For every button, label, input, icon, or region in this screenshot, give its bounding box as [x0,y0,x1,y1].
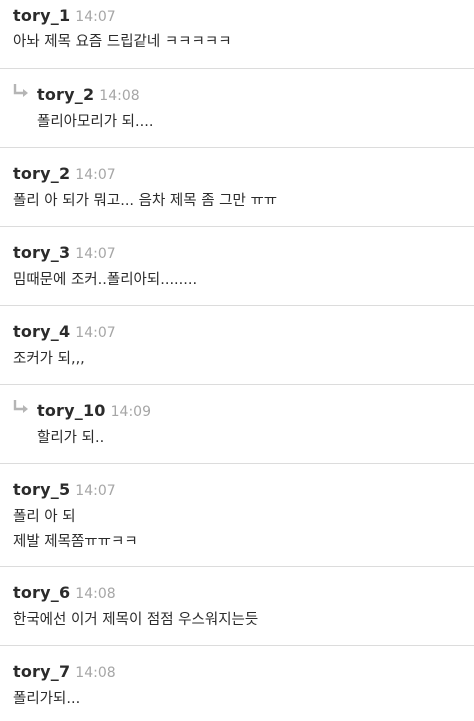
comment-item: tory_3 14:07 밈때문에 조커..폴리아되........ [0,227,474,306]
comment-nickname[interactable]: tory_2 [13,164,70,183]
comment-text: 폴리아모리가 되.... [37,114,154,130]
comment-item: tory_7 14:08 폴리가되... [0,646,474,721]
comment-time: 14:07 [75,483,116,499]
comment-header: tory_7 14:08 [13,646,474,681]
comment-header: tory_5 14:07 [13,464,474,499]
comment-item: tory_5 14:07 폴리 아 되 제발 제목쫌ㅠㅠㅋㅋ [0,464,474,567]
comment-nickname[interactable]: tory_5 [13,480,70,499]
reply-item: tory_10 14:09 할리가 되.. [0,385,474,464]
comment-nickname[interactable]: tory_1 [13,6,70,25]
comment-text: 아놔 제목 요즘 드립같네 ㅋㅋㅋㅋㅋ [13,34,232,50]
comment-list: tory_1 14:07 아놔 제목 요즘 드립같네 ㅋㅋㅋㅋㅋ tory_2 … [0,0,474,721]
comment-time: 14:07 [75,167,116,183]
comment-nickname[interactable]: tory_4 [13,322,70,341]
reply-arrow-icon [13,400,28,413]
comment-text: 한국에선 이거 제목이 점점 우스워지는듯 [13,612,259,628]
comment-nickname[interactable]: tory_6 [13,583,70,602]
comment-time: 14:08 [75,586,116,602]
reply-item: tory_2 14:08 폴리아모리가 되.... [0,69,474,148]
comment-time: 14:08 [99,88,140,104]
comment-text: 밈때문에 조커..폴리아되........ [13,272,198,288]
comment-header: tory_2 14:07 [13,148,474,183]
comment-header: tory_3 14:07 [13,227,474,262]
comment-header: tory_2 14:08 [37,69,474,104]
comment-header: tory_10 14:09 [37,385,474,420]
comment-time: 14:07 [75,9,116,25]
comment-text: 할리가 되.. [37,430,105,446]
comment-item: tory_4 14:07 조커가 되,,, [0,306,474,385]
comment-text: 폴리 아 되가 뭐고... 음차 제목 좀 그만 ㅠㅠ [13,193,278,209]
comment-time: 14:07 [75,325,116,341]
comment-nickname[interactable]: tory_2 [37,85,94,104]
comment-header: tory_4 14:07 [13,306,474,341]
comment-text: 폴리 아 되 [13,509,76,525]
comment-nickname[interactable]: tory_10 [37,401,106,420]
comment-text: 폴리가되... [13,691,81,707]
comment-nickname[interactable]: tory_3 [13,243,70,262]
comment-time: 14:09 [110,404,151,420]
comment-header: tory_1 14:07 [13,0,474,25]
comment-item: tory_1 14:07 아놔 제목 요즘 드립같네 ㅋㅋㅋㅋㅋ [0,0,474,69]
comment-item: tory_6 14:08 한국에선 이거 제목이 점점 우스워지는듯 [0,567,474,646]
comment-header: tory_6 14:08 [13,567,474,602]
comment-time: 14:08 [75,665,116,681]
reply-arrow-icon [13,84,28,97]
comment-nickname[interactable]: tory_7 [13,662,70,681]
comment-item: tory_2 14:07 폴리 아 되가 뭐고... 음차 제목 좀 그만 ㅠㅠ [0,148,474,227]
comment-time: 14:07 [75,246,116,262]
comment-text: 제발 제목쫌ㅠㅠㅋㅋ [13,534,138,550]
comment-text: 조커가 되,,, [13,351,85,367]
